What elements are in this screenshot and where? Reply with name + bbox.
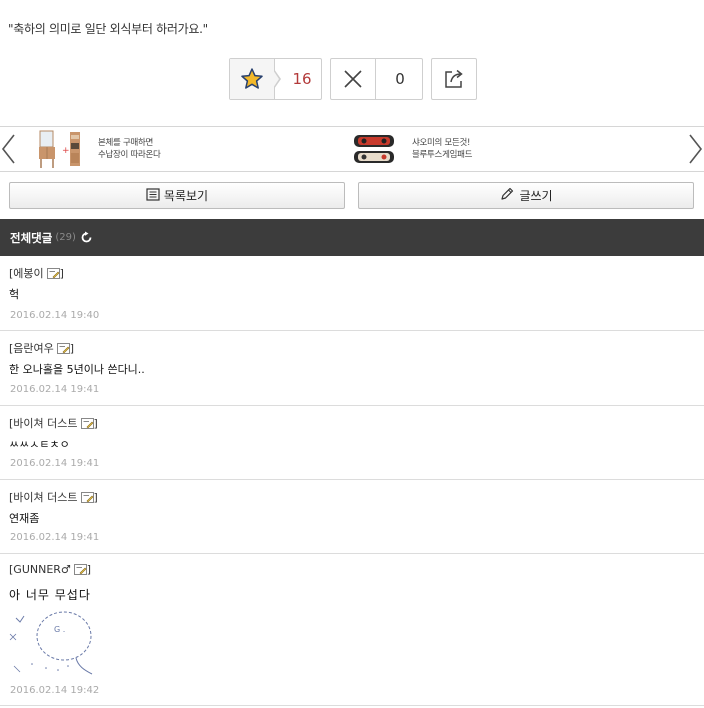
refresh-icon[interactable] — [80, 231, 93, 244]
banner-item-furniture[interactable]: + 본체를 구매하면 수납장이 따라온다 — [38, 129, 161, 169]
share-icon — [432, 59, 476, 99]
comment-drawing: G . — [9, 611, 93, 675]
memo-icon[interactable] — [46, 267, 60, 279]
memo-icon[interactable] — [73, 564, 87, 575]
comment-item: [바이쳐 더스트 ] ㅆㅆㅅㅌㅊㅇ 2016.02.14 19:41 — [0, 406, 704, 480]
comment-text: ㅆㅆㅅㅌㅊㅇ — [9, 438, 70, 451]
list-button[interactable]: 목록보기 — [9, 182, 345, 209]
comment-author-bracket: ] — [59, 266, 64, 280]
close-icon — [331, 59, 376, 99]
banner-line: 본체를 구매하면 — [98, 138, 154, 148]
list-icon — [146, 187, 164, 204]
list-button-label: 목록보기 — [163, 189, 209, 203]
comments-header: 전체댓글 (29) — [0, 219, 704, 256]
svg-text:G .: G . — [54, 625, 65, 634]
banner-line: 블루투스게임패드 — [412, 150, 473, 160]
ad-banner: + 본체를 구매하면 수납장이 따라온다 샤오미의 모든것! 블루투스게임패드 — [0, 126, 704, 172]
comment-item: [음란여우 ] 한 오나홀을 5년이나 쓴다니.. 2016.02.14 19:… — [0, 331, 704, 406]
comment-date: 2016.02.14 19:41 — [10, 458, 100, 469]
comments-count: (29) — [55, 232, 76, 243]
write-button-label: 글쓰기 — [519, 189, 553, 203]
comment-author[interactable]: [에봉이 — [9, 265, 44, 281]
write-button[interactable]: 글쓰기 — [358, 182, 694, 209]
comment-item: [바이쳐 더스트 ] 연재좀 2016.02.14 19:41 — [0, 480, 704, 554]
comment-text: 아 너무 무섭다 — [9, 588, 91, 602]
banner-line: 샤오미의 모든것! — [412, 138, 471, 148]
pencil-icon — [499, 186, 519, 205]
oppose-count: 0 — [395, 70, 405, 88]
comment-item: [GUNNER♂ ] 아 너무 무섭다 G . 2016.02.14 19:42 — [0, 554, 704, 706]
post-quote: "축하의 의미로 일단 외식부터 하러가요." — [8, 22, 208, 36]
comment-text: 한 오나홀을 5년이나 쓴다니.. — [9, 363, 145, 376]
comment-author[interactable]: [바이쳐 더스트 — [9, 489, 78, 505]
oppose-button[interactable]: 0 — [330, 58, 423, 100]
comment-author-bracket: ] — [93, 416, 98, 430]
count-arrow — [273, 69, 281, 89]
comment-date: 2016.02.14 19:41 — [10, 532, 100, 543]
comment-date: 2016.02.14 19:41 — [10, 384, 100, 395]
chevron-left-icon[interactable] — [0, 133, 20, 165]
comments-title: 전체댓글 — [10, 230, 53, 245]
comment-text: 헉 — [9, 288, 20, 301]
recommend-count: 16 — [292, 70, 312, 88]
memo-icon[interactable] — [80, 417, 94, 429]
banner-item-gamepad[interactable]: 샤오미의 모든것! 블루투스게임패드 — [352, 129, 472, 169]
banner-line: 수납장이 따라온다 — [98, 150, 161, 160]
comment-author[interactable]: [GUNNER♂ — [9, 563, 71, 576]
chevron-right-icon[interactable] — [684, 133, 704, 165]
furniture-image: + — [39, 130, 80, 168]
comment-text: 연재좀 — [9, 512, 40, 525]
recommend-button[interactable]: 16 — [229, 58, 322, 100]
comment-author-bracket: ] — [93, 490, 98, 504]
memo-icon[interactable] — [56, 342, 70, 354]
share-button[interactable] — [431, 58, 477, 100]
comment-date: 2016.02.14 19:42 — [10, 685, 100, 696]
comment-date: 2016.02.14 19:40 — [10, 310, 100, 321]
star-icon — [230, 59, 275, 99]
svg-text:+: + — [62, 146, 70, 156]
comment-author-bracket: ] — [86, 563, 92, 576]
comment-author[interactable]: [음란여우 — [9, 340, 54, 356]
memo-icon[interactable] — [80, 491, 94, 503]
gamepad-image — [354, 135, 394, 163]
comment-item: [에봉이 ] 헉 2016.02.14 19:40 — [0, 256, 704, 331]
comment-author-bracket: ] — [69, 341, 75, 355]
comment-author[interactable]: [바이쳐 더스트 — [9, 415, 78, 431]
